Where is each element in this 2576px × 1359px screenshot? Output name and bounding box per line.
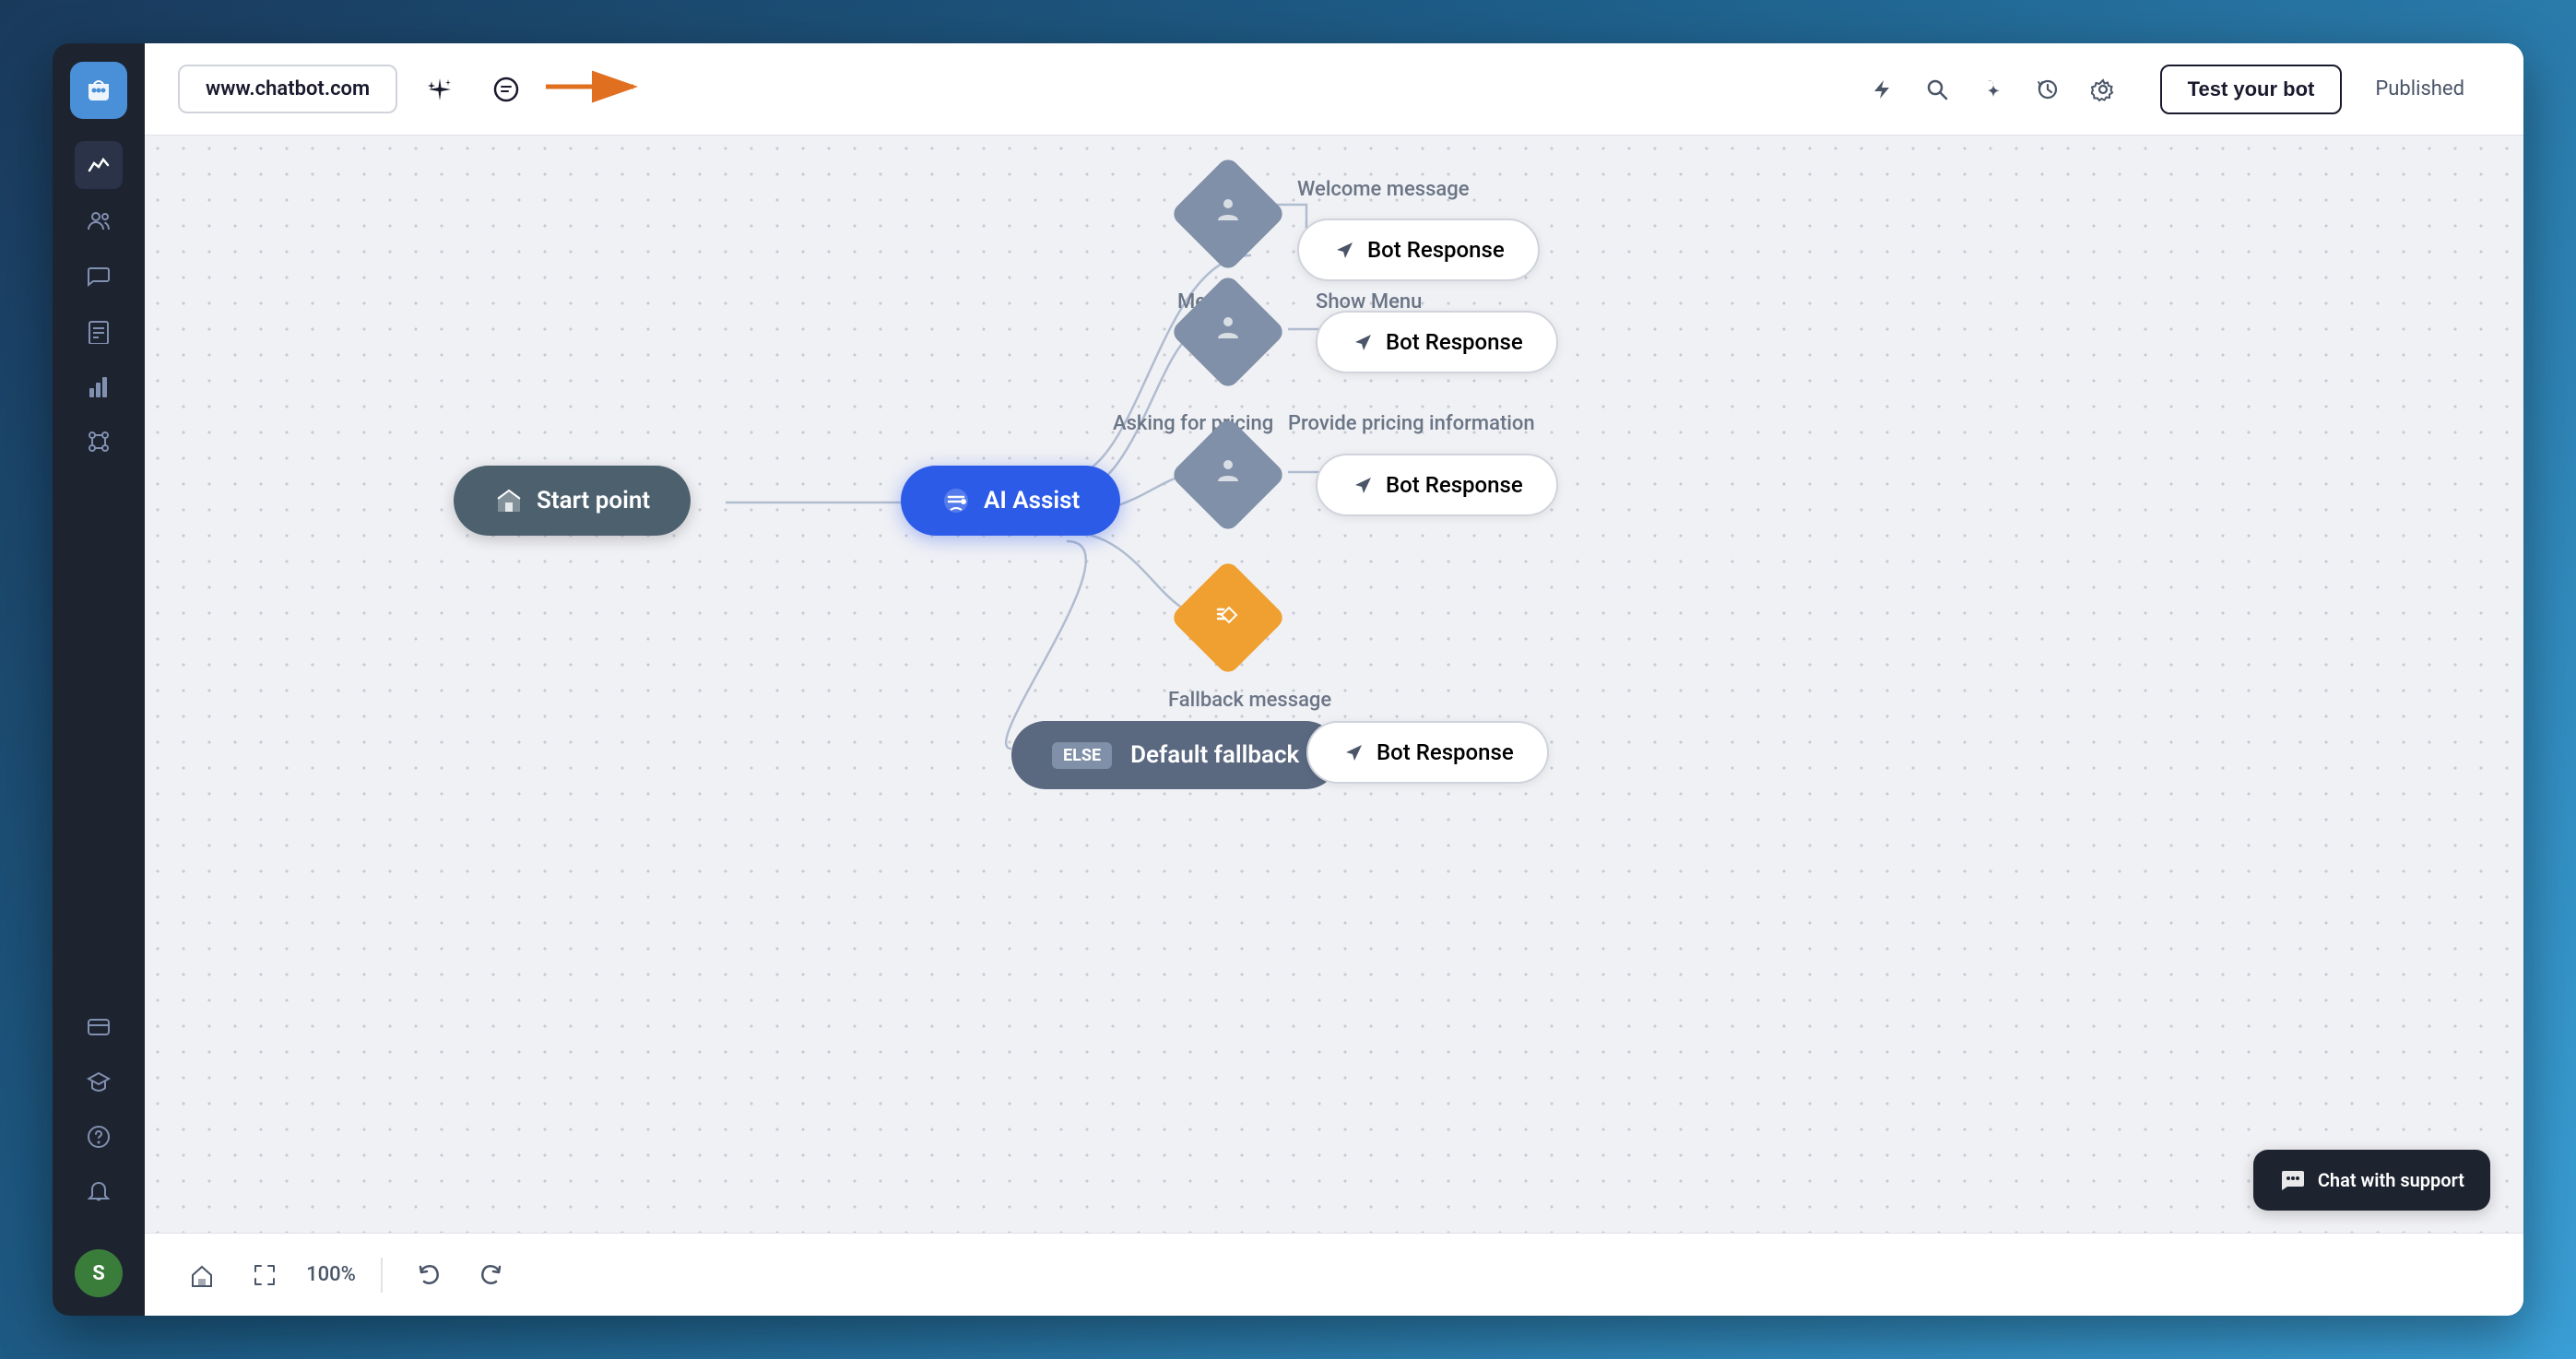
undo-button[interactable] [405, 1251, 453, 1299]
default-fallback-label: Default fallback [1130, 741, 1299, 769]
bot-response-welcome[interactable]: Bot Response [1297, 219, 1540, 281]
bottombar: 100% [145, 1233, 2523, 1316]
start-point-label: Start point [537, 487, 650, 514]
magic-icon-btn[interactable] [1968, 65, 2016, 113]
canvas[interactable]: Welcome message Menu Show Menu Asking fo… [145, 136, 2523, 1233]
home-button[interactable] [178, 1251, 226, 1299]
app-logo[interactable] [70, 62, 127, 119]
settings-icon-btn[interactable] [2079, 65, 2127, 113]
sidebar-item-reports[interactable] [75, 307, 123, 355]
sidebar-item-help[interactable] [75, 1113, 123, 1161]
search-icon-btn[interactable] [1913, 65, 1961, 113]
welcome-diamond[interactable] [1169, 155, 1286, 272]
bot-response-menu-label: Bot Response [1386, 329, 1523, 355]
topbar-right-icons: Test your bot Published [1858, 65, 2490, 114]
sidebar-item-billing[interactable] [75, 1002, 123, 1050]
start-point-node[interactable]: Start point [454, 466, 691, 536]
sidebar-item-academy[interactable] [75, 1058, 123, 1105]
redo-button[interactable] [467, 1251, 515, 1299]
user-avatar[interactable]: S [75, 1249, 123, 1297]
bot-response-fallback[interactable]: Bot Response [1306, 721, 1549, 784]
sidebar-item-integrations[interactable] [75, 418, 123, 466]
main-area: www.chatbot.com [145, 43, 2523, 1316]
ai-assist-label: AI Assist [984, 487, 1080, 514]
sidebar: S [53, 43, 145, 1316]
url-badge[interactable]: www.chatbot.com [178, 65, 397, 113]
flash-icon-btn[interactable] [1858, 65, 1906, 113]
bot-response-pricing[interactable]: Bot Response [1316, 454, 1558, 516]
bot-response-menu[interactable]: Bot Response [1316, 311, 1558, 373]
orange-diamond[interactable] [1169, 559, 1286, 676]
sidebar-item-notifications[interactable] [75, 1168, 123, 1216]
chat-support-label: Chat with support [2318, 1169, 2464, 1191]
bot-response-pricing-label: Bot Response [1386, 472, 1523, 498]
published-status: Published [2349, 66, 2490, 112]
sidebar-item-conversations[interactable] [75, 252, 123, 300]
test-bot-button[interactable]: Test your bot [2160, 65, 2343, 114]
bottom-divider [381, 1258, 383, 1293]
expand-button[interactable] [241, 1251, 289, 1299]
fallback-label: Fallback message [1168, 689, 1331, 712]
sidebar-item-analytics[interactable] [75, 362, 123, 410]
provide-pricing-label: Provide pricing information [1288, 412, 1535, 435]
asking-pricing-label: Asking for pricing [1113, 412, 1273, 435]
ai-assist-node[interactable]: AI Assist [901, 466, 1120, 536]
history-icon-btn[interactable] [2024, 65, 2072, 113]
zoom-level: 100% [303, 1263, 359, 1286]
sidebar-item-users[interactable] [75, 196, 123, 244]
bot-response-fallback-label: Bot Response [1377, 739, 1514, 765]
welcome-label: Welcome message [1297, 178, 1470, 201]
sidebar-item-activity[interactable] [75, 141, 123, 189]
sparkle-button[interactable] [416, 65, 464, 113]
chat-circle-button[interactable] [482, 65, 530, 113]
arrow-indicator [541, 61, 652, 117]
chat-support-button[interactable]: Chat with support [2253, 1150, 2490, 1211]
else-badge: ELSE [1052, 742, 1112, 769]
bot-response-welcome-label: Bot Response [1367, 237, 1505, 263]
topbar: www.chatbot.com [145, 43, 2523, 136]
default-fallback-node[interactable]: ELSE Default fallback [1011, 721, 1340, 789]
